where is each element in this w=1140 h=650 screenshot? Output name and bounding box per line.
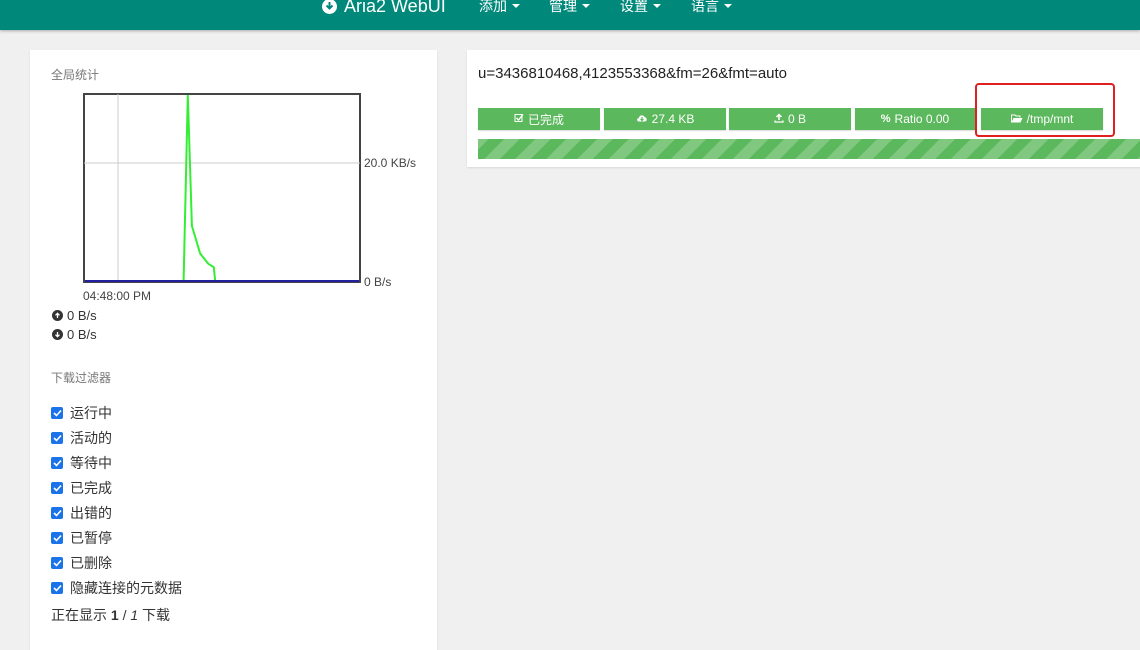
status-badge[interactable]: 已完成 — [478, 108, 600, 130]
filter-list: 运行中 活动的 等待中 已完成 出错的 已暂停 已删除 隐藏连接的元数据 — [51, 400, 182, 600]
checkbox-checked-icon[interactable] — [51, 456, 63, 469]
filter-label: 隐藏连接的元数据 — [70, 579, 182, 596]
speed-chart: 20.0 KB/s 0 B/s 04:48:00 PM — [83, 93, 416, 303]
filter-complete[interactable]: 已完成 — [51, 475, 182, 500]
showing-separator: / — [122, 607, 127, 623]
filter-label: 已完成 — [70, 479, 112, 496]
brand[interactable]: Aria2 WebUI — [322, 0, 446, 18]
checkbox-checked-icon[interactable] — [51, 556, 63, 569]
download-name: u=3436810468,4123553368&fm=26&fmt=auto — [478, 65, 788, 82]
checkbox-checked-icon[interactable] — [51, 531, 63, 544]
menu-language[interactable]: 语言 — [691, 0, 732, 16]
menu-manage[interactable]: 管理 — [549, 0, 590, 16]
downloaded-size-value: 27.4 KB — [651, 112, 695, 126]
x-tick-label: 04:48:00 PM — [83, 289, 151, 303]
showing-prefix: 正在显示 — [51, 607, 107, 623]
cloud-download-icon — [636, 112, 648, 126]
ratio-value: Ratio 0.00 — [894, 112, 950, 126]
filter-label: 活动的 — [70, 429, 112, 446]
filter-active[interactable]: 活动的 — [51, 425, 182, 450]
status-label: 已完成 — [527, 112, 564, 127]
ratio-badge[interactable]: % Ratio 0.00 — [855, 108, 975, 130]
checkbox-icon — [514, 112, 524, 126]
download-circle-icon — [322, 0, 337, 14]
uploaded-size-value: 0 B — [787, 112, 806, 126]
filter-label: 出错的 — [70, 504, 112, 521]
filter-label: 已删除 — [70, 554, 112, 571]
menu-settings-label: 设置 — [620, 0, 648, 14]
menu-add[interactable]: 添加 — [479, 0, 520, 16]
menu-settings[interactable]: 设置 — [620, 0, 661, 16]
upload-arrow-icon — [52, 310, 63, 321]
checkbox-checked-icon[interactable] — [51, 431, 63, 444]
download-speed-value: 0 B/s — [67, 327, 97, 342]
y-tick-label-top: 20.0 KB/s — [364, 156, 416, 170]
menu-manage-label: 管理 — [549, 0, 577, 14]
filter-label: 等待中 — [70, 454, 112, 471]
menu-add-label: 添加 — [479, 0, 507, 14]
filter-title: 下载过滤器 — [51, 371, 112, 385]
chart-frame — [83, 93, 361, 283]
checkbox-checked-icon[interactable] — [51, 481, 63, 494]
brand-title: Aria2 WebUI — [344, 0, 446, 16]
filter-label: 运行中 — [70, 404, 112, 421]
caret-down-icon — [582, 4, 590, 8]
menu-language-label: 语言 — [691, 0, 719, 14]
uploaded-size-badge[interactable]: 0 B — [729, 108, 851, 130]
showing-count: 正在显示 1 / 1 下载 — [51, 605, 170, 625]
upload-speed-row: 0 B/s — [52, 308, 97, 323]
filter-removed[interactable]: 已删除 — [51, 550, 182, 575]
filter-error[interactable]: 出错的 — [51, 500, 182, 525]
upload-icon — [774, 112, 784, 126]
caret-down-icon — [653, 4, 661, 8]
sidebar-panel: 全局统计 20.0 KB/s 0 B/s 04:48:00 PM 0 B/s 0… — [30, 50, 437, 650]
filter-running[interactable]: 运行中 — [51, 400, 182, 425]
showing-current: 1 — [110, 607, 119, 623]
showing-suffix: 下载 — [142, 607, 171, 623]
download-arrow-icon — [52, 329, 63, 340]
filter-label: 已暂停 — [70, 529, 112, 546]
caret-down-icon — [512, 4, 520, 8]
highlight-annotation-box — [975, 83, 1115, 137]
downloaded-size-badge[interactable]: 27.4 KB — [604, 108, 726, 130]
caret-down-icon — [724, 4, 732, 8]
download-speed-row: 0 B/s — [52, 327, 97, 342]
checkbox-checked-icon[interactable] — [51, 581, 63, 594]
y-tick-label-zero: 0 B/s — [364, 275, 391, 289]
checkbox-checked-icon[interactable] — [51, 506, 63, 519]
showing-total: 1 — [130, 607, 139, 623]
upload-speed-value: 0 B/s — [67, 308, 97, 323]
progress-bar — [478, 139, 1140, 159]
filter-waiting[interactable]: 等待中 — [51, 450, 182, 475]
checkbox-checked-icon[interactable] — [51, 406, 63, 419]
filter-paused[interactable]: 已暂停 — [51, 525, 182, 550]
percent-icon: % — [880, 113, 891, 125]
filter-hide-metadata[interactable]: 隐藏连接的元数据 — [51, 575, 182, 600]
top-navbar: Aria2 WebUI 添加 管理 设置 语言 — [0, 0, 1140, 30]
